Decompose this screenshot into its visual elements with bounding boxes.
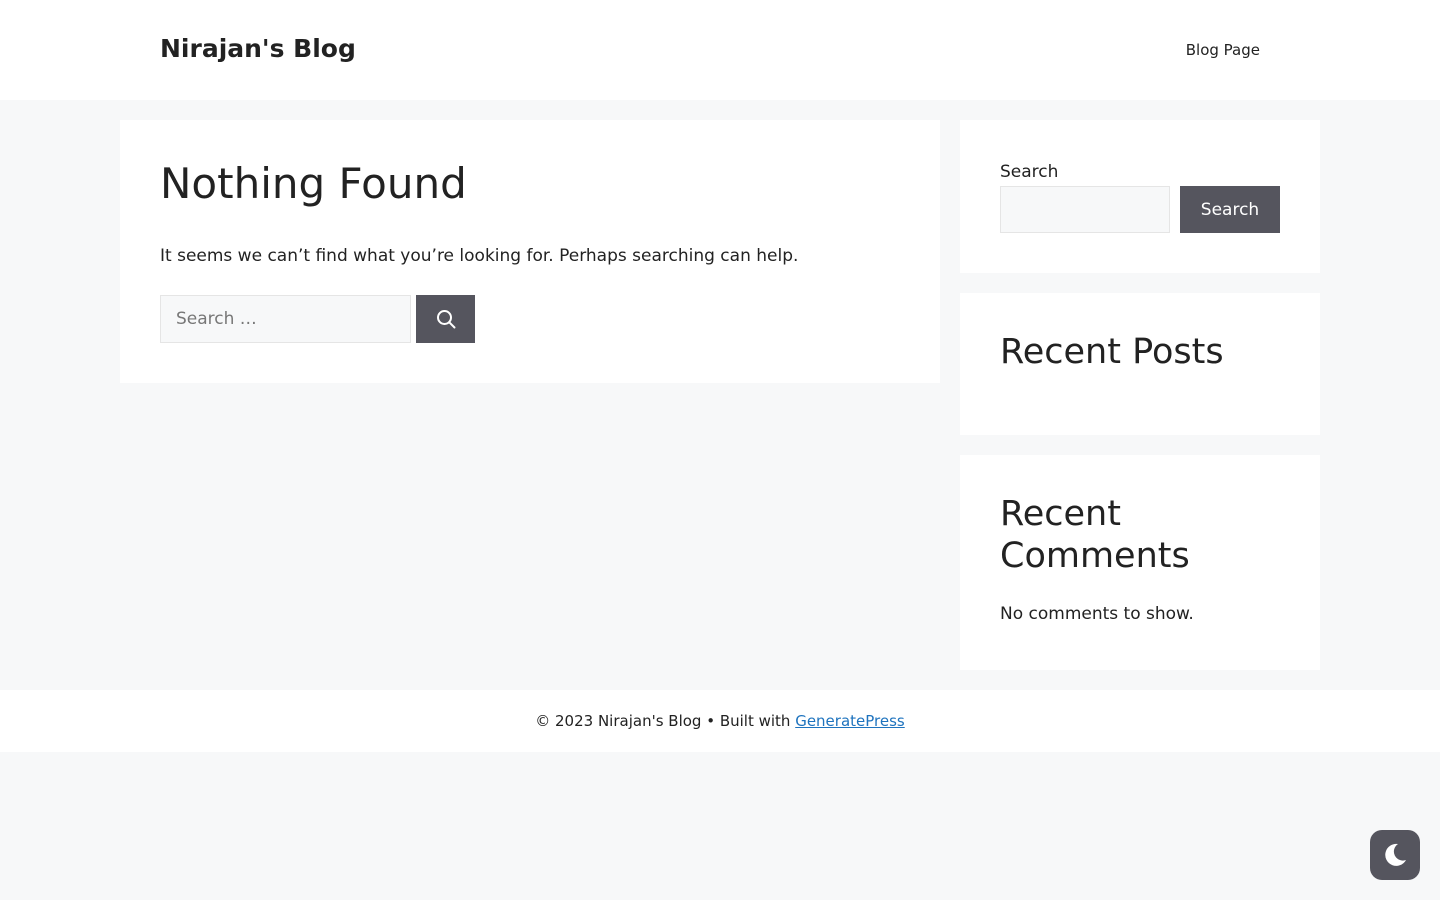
recent-comments-title: Recent Comments bbox=[1000, 494, 1190, 576]
sidebar-search-input[interactable] bbox=[1000, 186, 1170, 233]
nav-item-blog-page[interactable]: Blog Page bbox=[1186, 40, 1260, 60]
site-header: Nirajan's Blog Blog Page bbox=[0, 0, 1440, 100]
footer-copyright: © 2023 Nirajan's Blog • Built with bbox=[535, 712, 796, 730]
recent-posts-widget: Recent Posts bbox=[960, 293, 1320, 435]
sidebar-search-button[interactable]: Search bbox=[1180, 186, 1280, 233]
main-content-card: Nothing Found It seems we can’t find wha… bbox=[120, 120, 940, 383]
footer-generatepress-link[interactable]: GeneratePress bbox=[795, 712, 905, 730]
moon-icon bbox=[1385, 843, 1406, 866]
search-icon bbox=[436, 310, 455, 329]
dark-mode-toggle-button[interactable] bbox=[1370, 830, 1420, 880]
site-footer: © 2023 Nirajan's Blog • Built with Gener… bbox=[0, 690, 1440, 752]
site-title-link[interactable]: Nirajan's Blog bbox=[160, 33, 356, 65]
search-input[interactable] bbox=[160, 295, 411, 343]
search-submit-button[interactable] bbox=[416, 295, 475, 343]
recent-comments-widget: Recent Comments No comments to show. bbox=[960, 455, 1320, 670]
no-comments-message: No comments to show. bbox=[1000, 604, 1194, 624]
search-widget: Search Search bbox=[960, 120, 1320, 273]
search-widget-label: Search bbox=[1000, 162, 1059, 182]
no-results-message: It seems we can’t find what you’re looki… bbox=[160, 246, 799, 266]
recent-posts-title: Recent Posts bbox=[1000, 332, 1224, 372]
page-title: Nothing Found bbox=[160, 159, 467, 208]
